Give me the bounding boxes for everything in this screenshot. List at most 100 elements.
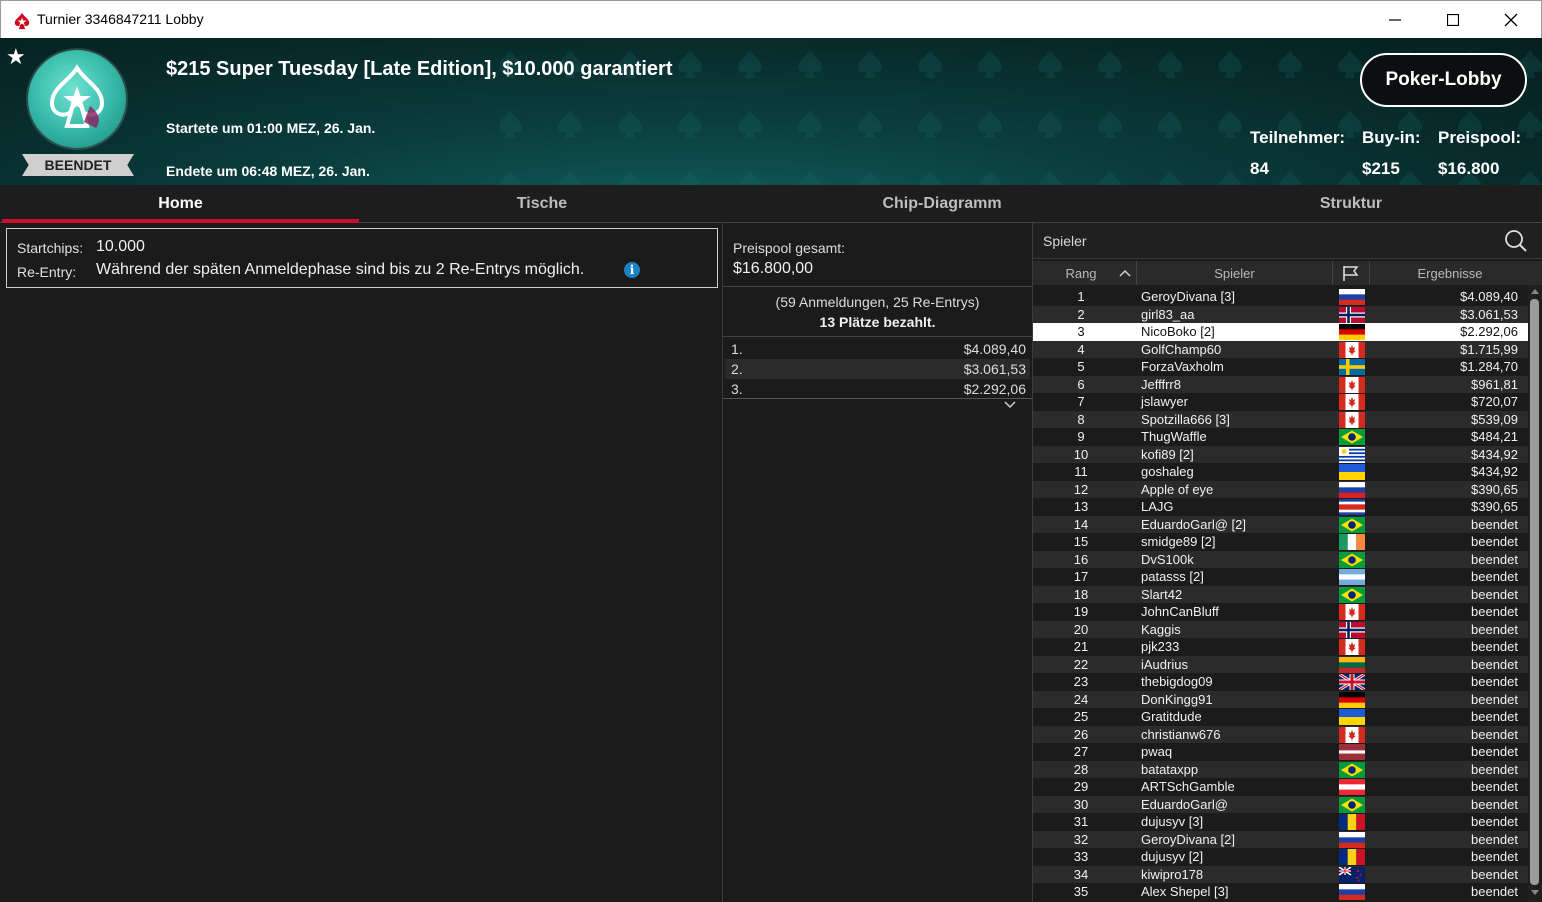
prizepool-total-value: $16.800,00: [733, 260, 814, 277]
player-result: $720,07: [1471, 394, 1518, 409]
player-name: LAJG: [1141, 499, 1174, 514]
column-divider: [1332, 261, 1333, 285]
player-row[interactable]: 29 ARTSchGamble beendet: [1033, 778, 1528, 796]
tournament-logo: [28, 50, 126, 148]
players-scrollbar[interactable]: [1528, 285, 1542, 902]
minimize-button[interactable]: [1366, 1, 1424, 39]
player-result: beendet: [1471, 639, 1518, 654]
player-rank: 25: [1073, 709, 1089, 724]
player-row[interactable]: 30 EduardoGarl@ beendet: [1033, 795, 1528, 813]
expand-chevron-down-icon[interactable]: [1004, 401, 1016, 409]
player-row[interactable]: 15 smidge89 [2] beendet: [1033, 533, 1528, 551]
player-name: batataxpp: [1141, 761, 1199, 777]
player-row[interactable]: 13 LAJG $390,65: [1033, 498, 1528, 516]
payout-amount: $3.061,53: [963, 361, 1026, 377]
player-name: GeroyDivana [2]: [1141, 831, 1235, 847]
player-row[interactable]: 10 kofi89 [2] $434,92: [1033, 445, 1528, 463]
maximize-button[interactable]: [1424, 1, 1482, 39]
player-result: $4.089,40: [1460, 289, 1518, 304]
player-row[interactable]: 33 dujusyv [2] beendet: [1033, 848, 1528, 866]
player-name: dujusyv [3]: [1141, 814, 1204, 829]
player-rank: 20: [1073, 621, 1089, 637]
player-row[interactable]: 23 thebigdog09 beendet: [1033, 673, 1528, 691]
country-flag-icon: [1339, 516, 1365, 533]
player-rank: 27: [1073, 744, 1089, 759]
country-flag-icon: [1339, 726, 1365, 743]
player-row[interactable]: 3 NicoBoko [2] $2.292,06: [1033, 323, 1528, 341]
country-flag-icon: [1339, 814, 1365, 830]
player-row[interactable]: 12 Apple of eye $390,65: [1033, 480, 1528, 498]
search-input[interactable]: Spieler: [1043, 233, 1087, 249]
country-flag-column-icon[interactable]: [1342, 265, 1360, 282]
info-icon[interactable]: i: [624, 262, 640, 278]
player-row[interactable]: 26 christianw676 beendet: [1033, 725, 1528, 743]
player-row[interactable]: 28 batataxpp beendet: [1033, 760, 1528, 778]
player-row[interactable]: 17 patasss [2] beendet: [1033, 568, 1528, 586]
player-name: ThugWaffle: [1141, 429, 1207, 444]
player-row[interactable]: 35 Alex Shepel [3] beendet: [1033, 883, 1528, 901]
player-search-bar[interactable]: Spieler: [1033, 223, 1542, 259]
player-row[interactable]: 32 GeroyDivana [2] beendet: [1033, 830, 1528, 848]
sort-ascending-chevron-icon[interactable]: [1119, 269, 1131, 277]
column-header-result[interactable]: Ergebnisse: [1370, 266, 1530, 281]
player-result: $961,81: [1471, 376, 1518, 392]
player-row[interactable]: 2 girl83_aa $3.061,53: [1033, 305, 1528, 323]
search-icon[interactable]: [1504, 229, 1528, 253]
player-row[interactable]: 14 EduardoGarl@ [2] beendet: [1033, 515, 1528, 533]
prizepool-total-label: Preispool gesamt:: [733, 240, 846, 256]
window-title: Turnier 3346847211 Lobby: [37, 11, 204, 27]
player-rank: 24: [1073, 691, 1089, 707]
player-row[interactable]: 5 ForzaVaxholm $1.284,70: [1033, 358, 1528, 376]
player-name: Apple of eye: [1141, 481, 1214, 497]
player-name: iAudrius: [1141, 656, 1188, 672]
participants-label: Teilnehmer:: [1250, 128, 1346, 147]
player-result: beendet: [1471, 831, 1518, 847]
player-rank: 33: [1073, 849, 1089, 864]
country-flag-icon: [1339, 481, 1365, 498]
payout-rank: 1.: [731, 341, 743, 357]
player-name: NicoBoko [2]: [1141, 324, 1215, 339]
player-name: thebigdog09: [1141, 674, 1213, 689]
scrollbar-thumb[interactable]: [1530, 299, 1539, 885]
tab-struktur[interactable]: Struktur: [1162, 185, 1540, 223]
player-row[interactable]: 21 pjk233 beendet: [1033, 638, 1528, 656]
paid-places: 13 Plätze bezahlt.: [819, 314, 936, 330]
country-flag-icon: [1339, 866, 1365, 883]
column-header-rank[interactable]: Rang: [1033, 266, 1129, 281]
player-row[interactable]: 22 iAudrius beendet: [1033, 655, 1528, 673]
players-panel: Spieler Rang Spieler Ergebnisse 1 GeroyDi…: [1033, 223, 1542, 902]
player-row[interactable]: 16 DvS100k beendet: [1033, 550, 1528, 568]
scroll-up-arrow-icon[interactable]: [1530, 287, 1540, 295]
tab-tische[interactable]: Tische: [362, 185, 722, 223]
close-button[interactable]: [1482, 1, 1540, 39]
player-row[interactable]: 7 jslawyer $720,07: [1033, 393, 1528, 411]
player-row[interactable]: 19 JohnCanBluff beendet: [1033, 603, 1528, 621]
tab-chip-diagramm[interactable]: Chip-Diagramm: [722, 185, 1162, 223]
reentry-label: Re-Entry:: [17, 264, 77, 280]
player-row[interactable]: 34 kiwipro178 beendet: [1033, 865, 1528, 883]
player-rank: 26: [1073, 726, 1089, 742]
player-result: beendet: [1471, 586, 1518, 602]
column-header-player[interactable]: Spieler: [1137, 266, 1332, 281]
player-row[interactable]: 11 goshaleg $434,92: [1033, 463, 1528, 481]
scroll-down-arrow-icon[interactable]: [1530, 889, 1540, 897]
favorite-star-icon[interactable]: ★: [6, 44, 26, 70]
player-rank: 8: [1077, 411, 1085, 427]
player-row[interactable]: 4 GolfChamp60 $1.715,99: [1033, 340, 1528, 358]
reentry-value: Während der späten Anmeldephase sind bis…: [96, 261, 585, 278]
player-result: beendet: [1471, 569, 1518, 584]
player-rank: 34: [1073, 866, 1089, 882]
player-row[interactable]: 24 DonKingg91 beendet: [1033, 690, 1528, 708]
player-row[interactable]: 27 pwaq beendet: [1033, 743, 1528, 761]
poker-lobby-button[interactable]: Poker-Lobby: [1360, 53, 1527, 107]
player-row[interactable]: 25 Gratitdude beendet: [1033, 708, 1528, 726]
player-row[interactable]: 1 GeroyDivana [3] $4.089,40: [1033, 288, 1528, 306]
player-row[interactable]: 18 Slart42 beendet: [1033, 585, 1528, 603]
tab-home[interactable]: Home: [2, 185, 359, 223]
player-row[interactable]: 6 Jefffrr8 $961,81: [1033, 375, 1528, 393]
player-row[interactable]: 31 dujusyv [3] beendet: [1033, 813, 1528, 831]
player-rank: 35: [1073, 884, 1089, 899]
player-row[interactable]: 9 ThugWaffle $484,21: [1033, 428, 1528, 446]
player-row[interactable]: 20 Kaggis beendet: [1033, 620, 1528, 638]
player-row[interactable]: 8 Spotzilla666 [3] $539,09: [1033, 410, 1528, 428]
